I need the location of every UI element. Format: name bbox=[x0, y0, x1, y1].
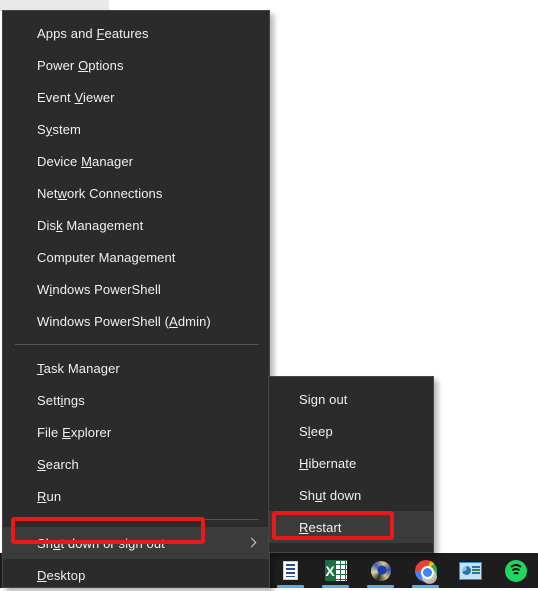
menu-item-label: Hibernate bbox=[299, 455, 357, 471]
chevron-right-icon bbox=[246, 537, 257, 548]
menu-separator bbox=[15, 519, 259, 520]
menu-item-search[interactable]: Search bbox=[3, 448, 269, 480]
menu-item-label: Desktop bbox=[37, 567, 86, 583]
menu-item-label: System bbox=[37, 121, 81, 137]
spotify-icon bbox=[504, 559, 527, 582]
menu-item-label: Network Connections bbox=[37, 185, 163, 201]
menu-item-label: Windows PowerShell (Admin) bbox=[37, 313, 211, 329]
menu-item-label: Run bbox=[37, 488, 62, 504]
menu-item-settings[interactable]: Settings bbox=[3, 384, 269, 416]
submenu-item-restart[interactable]: Restart bbox=[269, 511, 433, 543]
power-user-menu-items: Apps and Features Power Options Event View… bbox=[3, 17, 269, 591]
menu-item-file-explorer[interactable]: File Explorer bbox=[3, 416, 269, 448]
menu-item-label: Sign out bbox=[299, 391, 348, 407]
menu-separator bbox=[15, 344, 259, 345]
submenu-item-sign-out[interactable]: Sign out bbox=[269, 383, 433, 415]
menu-item-label: Shut down or sign out bbox=[37, 535, 165, 551]
menu-item-task-manager[interactable]: Task Manager bbox=[3, 352, 269, 384]
taskbar-button-spotify[interactable] bbox=[493, 553, 538, 588]
menu-item-label: Device Manager bbox=[37, 153, 134, 169]
menu-item-power-options[interactable]: Power Options bbox=[3, 49, 269, 81]
menu-item-device-manager[interactable]: Device Manager bbox=[3, 145, 269, 177]
taskbar-button-microsoft-excel[interactable]: X bbox=[313, 553, 358, 588]
menu-item-label: Shut down bbox=[299, 487, 362, 503]
taskbar-button-sticky-notes[interactable] bbox=[268, 553, 313, 588]
menu-item-label: Sleep bbox=[299, 423, 333, 439]
chrome-icon bbox=[414, 559, 437, 584]
menu-item-network-connections[interactable]: Network Connections bbox=[3, 177, 269, 209]
menu-item-event-viewer[interactable]: Event Viewer bbox=[3, 81, 269, 113]
menu-item-label: Settings bbox=[37, 392, 85, 408]
shut-down-or-sign-out-submenu[interactable]: Sign out Sleep Hibernate Shut down Restart bbox=[268, 376, 434, 553]
submenu-item-hibernate[interactable]: Hibernate bbox=[269, 447, 433, 479]
menu-item-label: Event Viewer bbox=[37, 89, 115, 105]
notes-icon bbox=[283, 561, 298, 580]
menu-item-desktop[interactable]: Desktop bbox=[3, 559, 269, 591]
menu-item-label: Restart bbox=[299, 519, 342, 535]
menu-item-windows-powershell[interactable]: Windows PowerShell bbox=[3, 273, 269, 305]
taskbar-button-microsoft-powerpoint[interactable] bbox=[448, 553, 493, 588]
menu-item-computer-management[interactable]: Computer Management bbox=[3, 241, 269, 273]
submenu-item-sleep[interactable]: Sleep bbox=[269, 415, 433, 447]
menu-item-label: Disk Management bbox=[37, 217, 144, 233]
menu-item-label: Task Manager bbox=[37, 360, 120, 376]
menu-item-label: File Explorer bbox=[37, 424, 112, 440]
menu-item-label: Computer Management bbox=[37, 249, 176, 265]
menu-item-label: Power Options bbox=[37, 57, 124, 73]
menu-item-disk-management[interactable]: Disk Management bbox=[3, 209, 269, 241]
menu-item-label: Apps and Features bbox=[37, 25, 149, 41]
taskbar-icon-group: X bbox=[268, 553, 538, 588]
menu-item-system[interactable]: System bbox=[3, 113, 269, 145]
taskbar-button-google-chrome[interactable] bbox=[403, 553, 448, 588]
menu-item-apps-and-features[interactable]: Apps and Features bbox=[3, 17, 269, 49]
taskbar-button-photo-viewer[interactable] bbox=[358, 553, 403, 588]
menu-item-shut-down-or-sign-out[interactable]: Shut down or sign out bbox=[3, 527, 269, 559]
powerpoint-icon bbox=[459, 561, 482, 580]
power-user-context-menu[interactable]: Apps and Features Power Options Event View… bbox=[2, 10, 270, 588]
shut-down-submenu-items: Sign out Sleep Hibernate Shut down Restart bbox=[269, 383, 433, 543]
photos-icon bbox=[370, 560, 391, 581]
menu-item-windows-powershell-admin[interactable]: Windows PowerShell (Admin) bbox=[3, 305, 269, 337]
menu-item-run[interactable]: Run bbox=[3, 480, 269, 512]
menu-item-label: Search bbox=[37, 456, 79, 472]
excel-icon: X bbox=[324, 560, 347, 581]
menu-item-label: Windows PowerShell bbox=[37, 281, 161, 297]
submenu-item-shut-down[interactable]: Shut down bbox=[269, 479, 433, 511]
